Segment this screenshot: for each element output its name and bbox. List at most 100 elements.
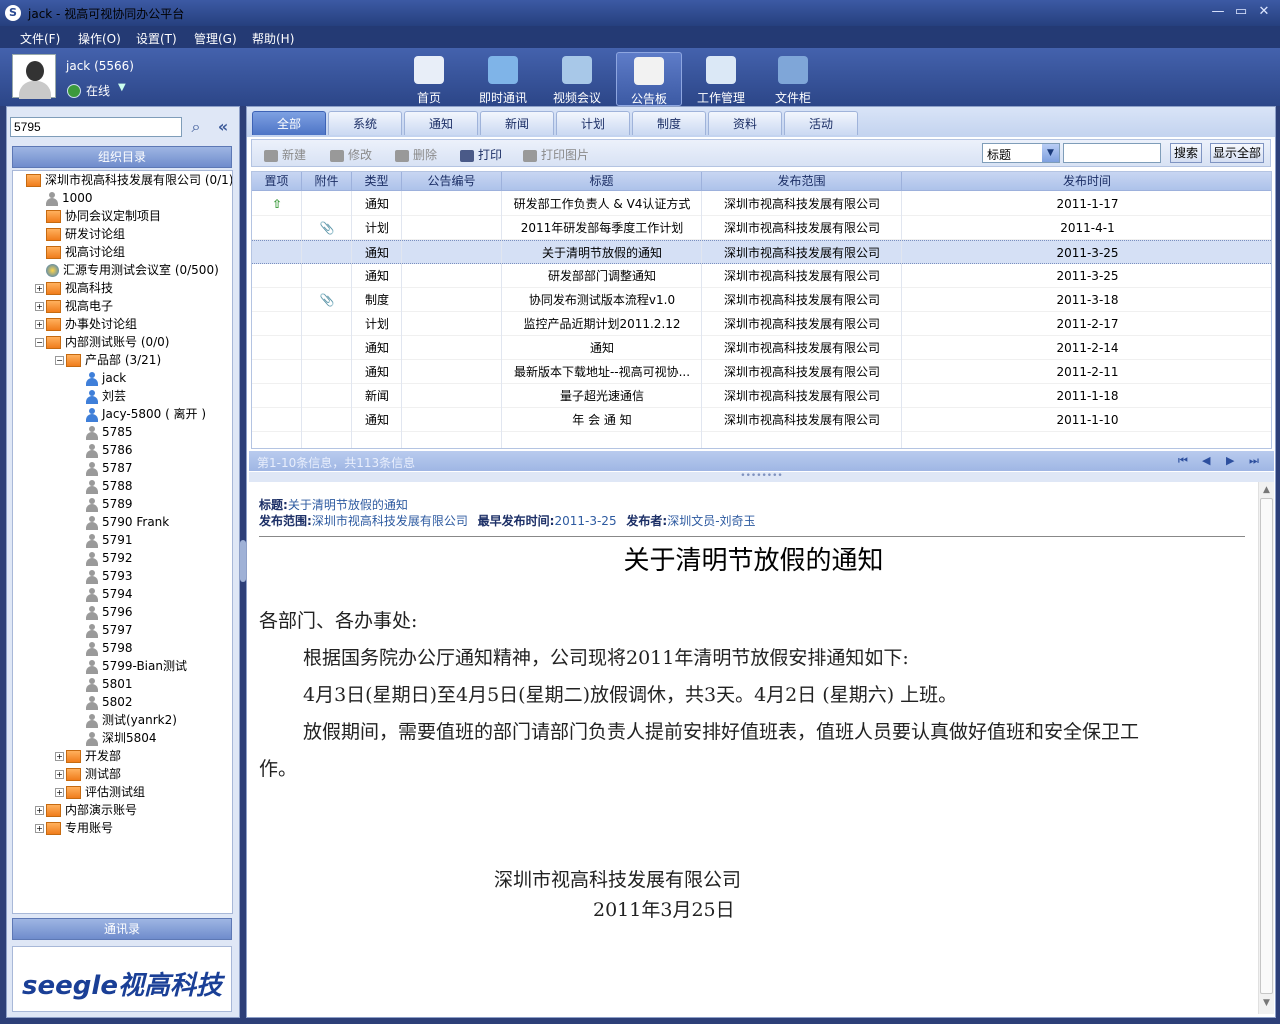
menu-help[interactable]: 帮助(H) [252, 30, 294, 47]
minimize-button[interactable]: — [1208, 3, 1228, 21]
tree-item[interactable]: 1000 [35, 189, 93, 207]
chevron-down-icon[interactable]: ▼ [1042, 144, 1059, 162]
pane-divider[interactable]: •••••••• [249, 472, 1274, 482]
menu-settings[interactable]: 设置(T) [136, 30, 177, 47]
tree-item[interactable]: 5793 [75, 567, 133, 585]
nav-button-0[interactable]: 首页 [396, 52, 462, 106]
tab-7[interactable]: 活动 [784, 111, 858, 135]
first-page-icon[interactable]: ⏮ [1178, 454, 1188, 468]
tree-item[interactable]: + 视高电子 [35, 297, 113, 315]
prev-page-icon[interactable]: ◀ [1202, 454, 1210, 467]
tree-item[interactable]: 5802 [75, 693, 133, 711]
column-header[interactable]: 公告编号 [402, 172, 502, 191]
tree-item[interactable]: Jacy-5800 ( 离开 ) [75, 405, 206, 423]
tree-item[interactable]: 5789 [75, 495, 133, 513]
user-status[interactable]: 在线 [86, 82, 110, 99]
table-row[interactable]: 通知 最新版本下载地址--视高可视协... 深圳市视高科技发展有限公司 2011-2-… [252, 360, 1271, 384]
nav-button-1[interactable]: 即时通讯 [470, 52, 536, 106]
table-row[interactable]: 通知 通知 深圳市视高科技发展有限公司 2011-2-14 [252, 336, 1271, 360]
tree-toggle-icon[interactable]: + [35, 320, 44, 329]
tree-item[interactable]: + 专用账号 [35, 819, 113, 837]
column-header[interactable]: 附件 [302, 172, 352, 191]
nav-button-2[interactable]: 视频会议 [544, 52, 610, 106]
menu-operate[interactable]: 操作(O) [78, 30, 121, 47]
tree-toggle-icon[interactable]: − [35, 338, 44, 347]
tree-item[interactable]: + 评估测试组 [55, 783, 145, 801]
tree-item[interactable]: 视高讨论组 [35, 243, 125, 261]
tree-item[interactable]: 5791 [75, 531, 133, 549]
tree-item[interactable]: 5801 [75, 675, 133, 693]
tree-toggle-icon[interactable]: + [35, 806, 44, 815]
tree-toggle-icon[interactable]: + [55, 788, 64, 797]
close-button[interactable]: ✕ [1254, 3, 1274, 21]
tree-item[interactable]: 5798 [75, 639, 133, 657]
tree-item[interactable]: 5786 [75, 441, 133, 459]
tree-item[interactable]: + 视高科技 [35, 279, 113, 297]
tree-item[interactable]: 5792 [75, 549, 133, 567]
tree-item[interactable]: + 开发部 [55, 747, 121, 765]
table-row[interactable]: 📎 制度 协同发布测试版本流程v1.0 深圳市视高科技发展有限公司 2011-3-18 [252, 288, 1271, 312]
tree-item[interactable]: 5787 [75, 459, 133, 477]
tree-toggle-icon[interactable]: + [55, 770, 64, 779]
delete-button[interactable]: 删除 [395, 146, 437, 163]
nav-button-5[interactable]: 文件柜 [760, 52, 826, 106]
show-all-button[interactable]: 显示全部 [1210, 143, 1264, 163]
tree-item[interactable]: + 内部演示账号 [35, 801, 137, 819]
tree-item[interactable]: − 产品部 (3/21) [55, 351, 161, 369]
last-page-icon[interactable]: ⏭ [1249, 454, 1259, 468]
tree-item[interactable]: − 内部测试账号 (0/0) [35, 333, 170, 351]
maximize-button[interactable]: ▭ [1231, 3, 1251, 21]
column-header[interactable]: 发布时间 [902, 172, 1271, 191]
tree-item[interactable]: 测试(yanrk2) [75, 711, 177, 729]
nav-button-4[interactable]: 工作管理 [688, 52, 754, 106]
new-button[interactable]: 新建 [264, 146, 306, 163]
search-input[interactable] [10, 117, 182, 137]
table-row[interactable]: 通知 年 会 通 知 深圳市视高科技发展有限公司 2011-1-10 [252, 408, 1271, 432]
org-directory-header[interactable]: 组织目录 [12, 146, 232, 168]
tree-toggle-icon[interactable]: + [35, 284, 44, 293]
chevron-down-icon[interactable]: ▼ [118, 82, 126, 93]
tree-item[interactable]: 5797 [75, 621, 133, 639]
search-button[interactable]: 搜索 [1170, 143, 1202, 163]
tree-item[interactable]: 研发讨论组 [35, 225, 125, 243]
menu-manage[interactable]: 管理(G) [194, 30, 237, 47]
tree-item[interactable]: 5794 [75, 585, 133, 603]
tree-item[interactable]: 协同会议定制项目 [35, 207, 161, 225]
collapse-panel-icon[interactable]: « [212, 117, 234, 137]
tree-item[interactable]: 5799-Bian测试 [75, 657, 187, 675]
column-header[interactable]: 发布范围 [702, 172, 902, 191]
column-header[interactable]: 标题 [502, 172, 702, 191]
tab-5[interactable]: 制度 [632, 111, 706, 135]
tree-item[interactable]: 刘芸 [75, 387, 126, 405]
print-button[interactable]: 打印 [460, 146, 502, 163]
tab-2[interactable]: 通知 [404, 111, 478, 135]
tree-item[interactable]: 5788 [75, 477, 133, 495]
tree-item[interactable]: jack [75, 369, 126, 387]
edit-button[interactable]: 修改 [330, 146, 372, 163]
tab-1[interactable]: 系统 [328, 111, 402, 135]
tree-item[interactable]: + 办事处讨论组 [35, 315, 137, 333]
tree-item[interactable]: 汇源专用测试会议室 (0/500) [35, 261, 219, 279]
tree-item[interactable]: + 测试部 [55, 765, 121, 783]
next-page-icon[interactable]: ▶ [1226, 454, 1234, 467]
tab-4[interactable]: 计划 [556, 111, 630, 135]
print-image-button[interactable]: 打印图片 [523, 146, 589, 163]
tree-item[interactable]: 5790 Frank [75, 513, 169, 531]
tree-item[interactable]: 深圳5804 [75, 729, 157, 747]
avatar[interactable] [12, 54, 56, 99]
scroll-down-icon[interactable]: ▼ [1261, 998, 1272, 1009]
contacts-header[interactable]: 通讯录 [12, 918, 232, 940]
tree-item[interactable]: 5785 [75, 423, 133, 441]
scroll-thumb[interactable] [1260, 498, 1273, 994]
search-icon[interactable]: ⌕ [186, 117, 206, 137]
scroll-up-icon[interactable]: ▲ [1261, 485, 1272, 496]
tree-toggle-icon[interactable]: + [35, 824, 44, 833]
table-row[interactable]: 计划 监控产品近期计划2011.2.12 深圳市视高科技发展有限公司 2011-2-1… [252, 312, 1271, 336]
filter-search-input[interactable] [1063, 143, 1161, 163]
menu-file[interactable]: 文件(F) [20, 30, 60, 47]
tree-toggle-icon[interactable]: − [55, 356, 64, 365]
table-row[interactable]: 通知 研发部部门调整通知 深圳市视高科技发展有限公司 2011-3-25 [252, 264, 1271, 288]
tree-item[interactable]: 深圳市视高科技发展有限公司 (0/1) [15, 171, 232, 189]
tab-6[interactable]: 资料 [708, 111, 782, 135]
tab-0[interactable]: 全部 [252, 111, 326, 135]
